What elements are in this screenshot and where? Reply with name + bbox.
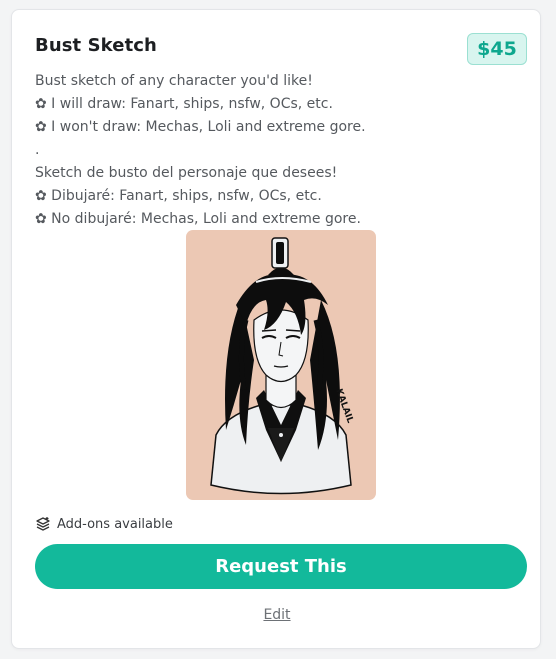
request-button[interactable]: Request This	[35, 544, 527, 589]
price-badge: $45	[467, 33, 527, 65]
description-line: ✿ I won't draw: Mechas, Loli and extreme…	[35, 119, 366, 135]
description-line: ✿ I will draw: Fanart, ships, nsfw, OCs,…	[35, 96, 333, 112]
commission-card: Bust Sketch $45 Bust sketch of any chara…	[11, 9, 541, 649]
addons-label: Add-ons available	[57, 516, 173, 532]
description-line: ✿ Dibujaré: Fanart, ships, nsfw, OCs, et…	[35, 188, 322, 204]
description-line: .	[35, 142, 40, 158]
artwork-image[interactable]: KALAIL	[186, 230, 376, 500]
edit-link[interactable]: Edit	[12, 607, 542, 623]
listing-description: Bust sketch of any character you'd like!…	[35, 70, 530, 231]
description-line: Sketch de busto del personaje que desees…	[35, 165, 338, 181]
layers-icon	[36, 517, 50, 531]
addons-indicator: Add-ons available	[35, 516, 173, 532]
bust-sketch-illustration: KALAIL	[210, 237, 355, 495]
description-line: Bust sketch of any character you'd like!	[35, 73, 313, 89]
description-line: ✿ No dibujaré: Mechas, Loli and extreme …	[35, 211, 361, 227]
listing-title: Bust Sketch	[35, 35, 157, 56]
